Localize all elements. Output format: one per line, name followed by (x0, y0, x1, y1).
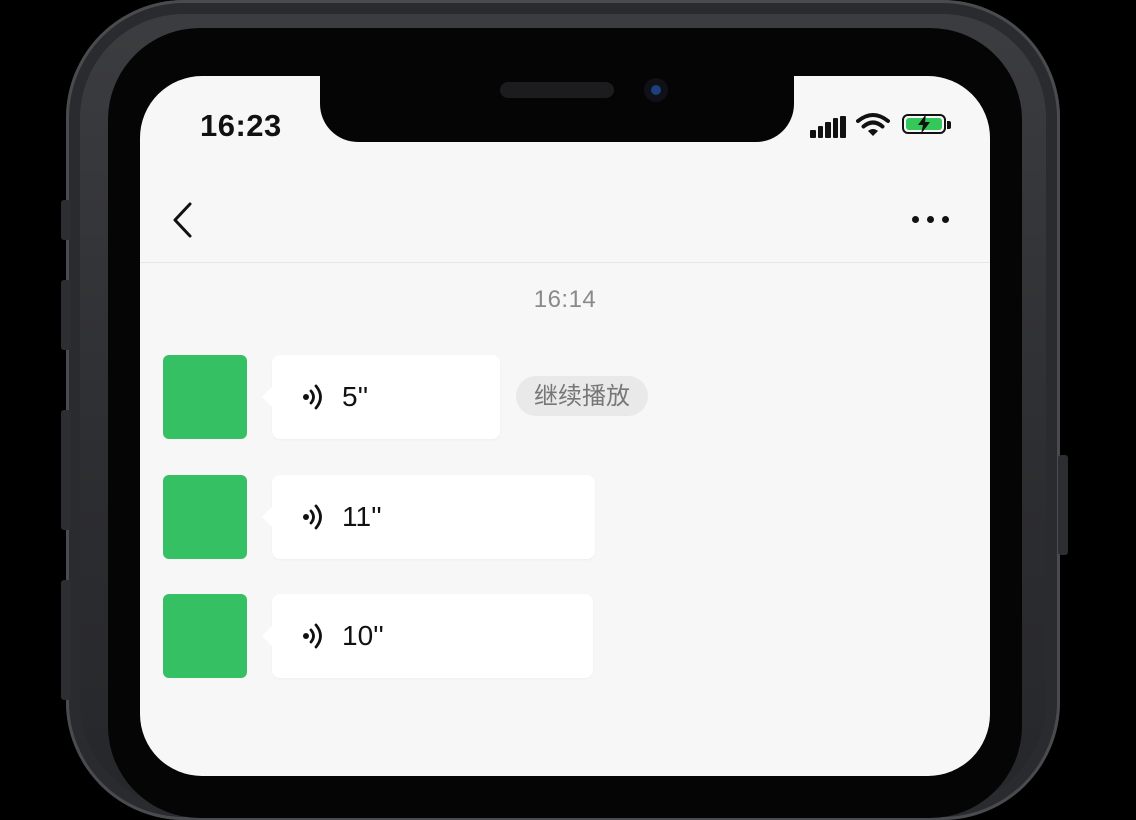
status-time: 16:23 (200, 108, 282, 143)
resume-playback-button[interactable]: 继续播放 (516, 376, 648, 416)
voice-duration: 5'' (342, 381, 369, 412)
power-button (1058, 455, 1068, 555)
silent-switch (61, 200, 71, 240)
wifi-icon (856, 113, 890, 136)
voice-icon (303, 384, 322, 410)
avatar[interactable] (163, 355, 247, 439)
voice-duration: 11'' (342, 501, 382, 532)
message-timestamp: 16:14 (533, 286, 597, 313)
voice-duration: 10'' (342, 620, 384, 651)
voice-message-bubble[interactable]: 11'' (262, 475, 595, 559)
battery-tip (947, 121, 951, 129)
voice-message-bubble[interactable]: 5'' (262, 355, 500, 439)
avatar[interactable] (163, 594, 247, 678)
chat-screen: 16:23 16:14 5'' 继续播放 11'' 10'' (140, 76, 990, 776)
volume-lower-button (61, 580, 71, 700)
nav-divider (140, 262, 990, 263)
voice-message-bubble[interactable]: 10'' (262, 594, 593, 678)
voice-icon (303, 504, 322, 530)
speaker-grille (500, 82, 614, 98)
signal-icon (810, 116, 846, 138)
volume-down-button (61, 410, 71, 530)
back-icon[interactable] (170, 200, 196, 240)
voice-icon (303, 623, 322, 649)
more-icon[interactable] (912, 212, 952, 226)
front-camera (644, 78, 668, 102)
volume-up-button (61, 280, 71, 350)
avatar[interactable] (163, 475, 247, 559)
battery-icon (902, 114, 946, 134)
